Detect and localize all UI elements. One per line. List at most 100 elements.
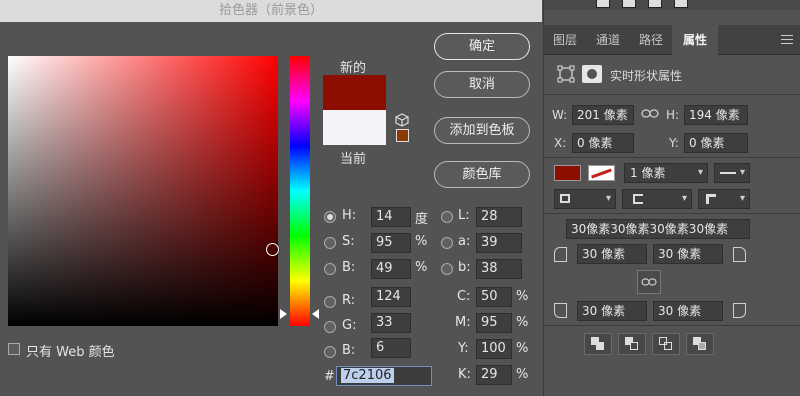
magenta-input[interactable]: 95	[476, 313, 512, 333]
tool-icon-4[interactable]	[674, 0, 688, 8]
new-color-swatch	[323, 75, 386, 110]
radio-a[interactable]	[441, 237, 453, 249]
hue-slider-left-arrow-icon[interactable]	[280, 309, 287, 319]
chevron-down-icon: ▾	[681, 193, 687, 204]
corner-bottom-left-input[interactable]: 30 像素	[577, 301, 647, 321]
black-input[interactable]: 29	[476, 365, 512, 385]
lightness-input[interactable]: 28	[476, 207, 522, 227]
saturation-brightness-field[interactable]	[8, 56, 279, 326]
corner-bottom-right-input[interactable]: 30 像素	[653, 301, 723, 321]
path-subtract-button[interactable]	[618, 333, 646, 355]
current-color-swatch[interactable]	[323, 110, 386, 145]
tool-icon-1[interactable]	[596, 0, 610, 8]
radio-brightness[interactable]	[324, 263, 336, 275]
a-label: a:	[458, 234, 471, 249]
a-input[interactable]: 39	[476, 233, 522, 253]
yellow-input[interactable]: 100	[476, 339, 512, 359]
green-label: G:	[342, 318, 357, 333]
fill-color-swatch[interactable]	[554, 165, 581, 181]
blue-input[interactable]: 6	[371, 338, 411, 358]
link-icon[interactable]	[641, 107, 659, 121]
shape-icon	[582, 65, 602, 83]
out-of-web-gamut-cube-icon[interactable]	[395, 113, 409, 127]
web-colors-only-checkbox[interactable]	[8, 343, 20, 355]
radio-b[interactable]	[441, 263, 453, 275]
color-libraries-button[interactable]: 颜色库	[434, 161, 530, 188]
tool-icon-2[interactable]	[622, 0, 636, 8]
path-combine-button[interactable]	[584, 333, 612, 355]
width-label: W:	[552, 108, 568, 122]
radio-green[interactable]	[324, 321, 336, 333]
corner-radius-summary[interactable]: 30像素30像素30像素30像素	[566, 219, 750, 239]
hue-input[interactable]: 14	[371, 207, 411, 227]
y-input[interactable]: 0 像素	[684, 133, 748, 153]
chevron-down-icon: ▾	[739, 193, 745, 204]
stroke-type-dropdown[interactable]: ▾	[714, 163, 750, 183]
x-label: X:	[554, 136, 567, 150]
green-input[interactable]: 33	[371, 313, 411, 333]
corner-bottom-left-icon	[554, 303, 567, 318]
link-icon	[641, 278, 657, 286]
stroke-align-dropdown[interactable]: ▾	[554, 189, 616, 209]
stroke-corners-dropdown[interactable]: ▾	[698, 189, 750, 209]
tab-channels[interactable]: 通道	[586, 25, 630, 55]
radio-lightness[interactable]	[441, 211, 453, 223]
stroke-color-swatch[interactable]	[588, 165, 615, 181]
ok-button[interactable]: 确定	[434, 33, 530, 60]
tool-icon-3[interactable]	[648, 0, 662, 8]
tab-paths[interactable]: 路径	[630, 25, 672, 55]
cyan-input[interactable]: 50	[476, 287, 512, 307]
brightness-input[interactable]: 49	[371, 259, 411, 279]
saturation-unit: %	[415, 234, 428, 249]
color-cursor[interactable]	[266, 243, 279, 256]
x-input[interactable]: 0 像素	[572, 133, 634, 153]
path-intersect-button[interactable]	[652, 333, 680, 355]
yellow-unit: %	[516, 341, 529, 356]
brightness-label: B:	[342, 260, 356, 275]
blue-label: B:	[342, 343, 356, 358]
panel-menu-icon[interactable]	[781, 35, 793, 44]
radio-blue[interactable]	[324, 346, 336, 358]
saturation-label: S:	[342, 234, 355, 249]
hex-value: 7c2106	[341, 368, 394, 383]
tab-properties[interactable]: 属性	[672, 25, 718, 55]
radio-hue[interactable]	[324, 211, 336, 223]
corner-bottom-right-icon	[733, 303, 746, 318]
radio-red[interactable]	[324, 296, 336, 308]
tab-layers[interactable]: 图层	[544, 25, 586, 55]
live-shape-properties-label: 实时形状属性	[610, 69, 683, 83]
magenta-label: M:	[455, 315, 471, 330]
current-color-label: 当前	[340, 152, 367, 167]
properties-panel: 图层 通道 路径 属性 实时形状属性 W: 201 像素 H: 194 像素 X…	[543, 0, 800, 396]
corner-top-right-input[interactable]: 30 像素	[653, 244, 723, 264]
red-input[interactable]: 124	[371, 287, 411, 307]
saturation-input[interactable]: 95	[371, 233, 411, 253]
stroke-line-icon	[720, 172, 736, 174]
link-corner-radii-button[interactable]	[637, 270, 661, 294]
stroke-caps-dropdown[interactable]: ▾	[622, 189, 692, 209]
chevron-down-icon: ▾	[697, 167, 703, 178]
corner-top-left-input[interactable]: 30 像素	[577, 244, 647, 264]
stroke-width-value: 1 像素	[630, 166, 666, 180]
dialog-title: 拾色器（前景色）	[0, 0, 542, 22]
hue-label: H:	[342, 208, 357, 223]
hue-slider-right-arrow-icon[interactable]	[312, 309, 319, 319]
add-to-swatches-button[interactable]: 添加到色板	[434, 117, 530, 144]
web-safe-color-chip[interactable]	[396, 129, 409, 142]
hue-slider[interactable]	[290, 56, 310, 326]
stroke-width-dropdown[interactable]: 1 像素 ▾	[624, 163, 708, 183]
black-unit: %	[516, 367, 529, 382]
path-exclude-button[interactable]	[686, 333, 714, 355]
stroke-corners-icon	[706, 194, 716, 204]
height-input[interactable]: 194 像素	[684, 105, 748, 125]
radio-saturation[interactable]	[324, 237, 336, 249]
hex-input[interactable]: 7c2106	[336, 366, 432, 386]
new-color-label: 新的	[340, 61, 367, 76]
width-input[interactable]: 201 像素	[572, 105, 634, 125]
toolbar-strip	[544, 0, 800, 10]
cancel-button[interactable]: 取消	[434, 71, 530, 98]
panel-tabs: 图层 通道 路径 属性	[544, 25, 800, 55]
b-input[interactable]: 38	[476, 259, 522, 279]
brightness-unit: %	[415, 260, 428, 275]
cyan-label: C:	[457, 289, 471, 304]
